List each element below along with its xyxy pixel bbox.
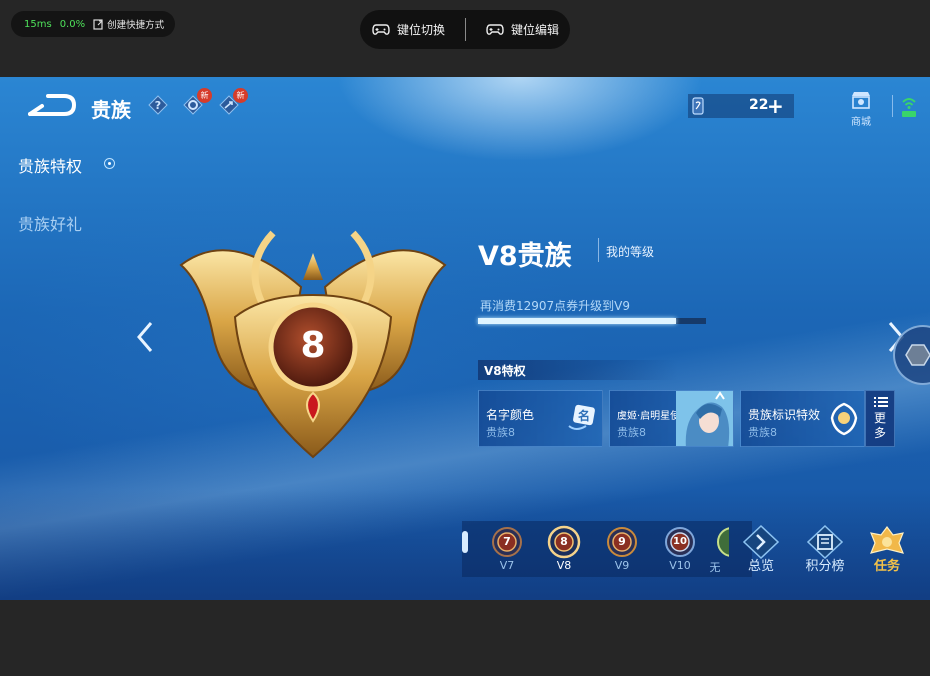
task-tab[interactable]: 任务 [862, 555, 912, 574]
sidebar-item-privileges[interactable]: 贵族特权 [18, 153, 82, 177]
privilege-header: V8特权 [478, 360, 678, 380]
gamepad-icon [372, 24, 390, 35]
privilege-card-title: 贵族标识特效 [748, 408, 821, 422]
overview-tab[interactable]: 总览 [736, 555, 786, 574]
key-switch-label: 键位切换 [397, 23, 446, 37]
settings-button[interactable]: 新 [183, 88, 212, 115]
shortcut-icon [93, 18, 103, 30]
list-icon [874, 397, 888, 407]
privilege-card-level: 贵族8 [486, 426, 515, 439]
vip-badge-number: 8 [560, 535, 568, 548]
help-icon[interactable]: ? [148, 95, 168, 115]
name-color-icon: 名 [568, 404, 595, 430]
sidebar-item-gifts[interactable]: 贵族好礼 [18, 211, 82, 235]
leaderboard-tab[interactable]: 积分榜 [800, 555, 850, 574]
emulator-bottom-bar [0, 600, 930, 676]
key-edit-label: 键位编辑 [510, 23, 559, 37]
level-divider [598, 238, 599, 262]
privilege-card-level: 贵族8 [748, 426, 777, 439]
upgrade-hint: 再消费12907点券升级到V9 [480, 299, 631, 313]
mail-button[interactable]: 新 [219, 88, 248, 115]
privilege-card-name-color[interactable]: 名字颜色 贵族8 名 [478, 390, 603, 447]
vip-level-label: V8 [556, 559, 572, 572]
create-shortcut-button[interactable]: 创建快捷方式 [93, 17, 164, 31]
vip-level-label: V9 [614, 559, 630, 572]
emulator-top-bar: 15ms 0.0% 创建快捷方式 键位切换 键位编辑 [0, 0, 930, 77]
my-level-label: 我的等级 [606, 245, 655, 259]
vip-level-label: 无 [709, 561, 721, 574]
wifi-signal-icon [902, 98, 916, 117]
emblem-number: 8 [300, 325, 326, 366]
privilege-card-badge-effect[interactable]: 贵族标识特效 贵族8 [740, 390, 865, 447]
upgrade-progress-fill [478, 318, 677, 324]
key-bar-divider [465, 18, 466, 41]
key-edit-button[interactable]: 键位编辑 [486, 21, 559, 38]
svg-text:名: 名 [578, 408, 590, 423]
back-arrow-icon[interactable] [28, 93, 76, 117]
vip-level-label: V10 [669, 559, 691, 572]
coupon-icon [692, 97, 704, 115]
coupon-balance: 22 + [688, 94, 794, 118]
task-icon[interactable] [869, 525, 905, 559]
noble-badge-icon [830, 402, 858, 436]
key-mapping-bar: 键位切换 键位编辑 [360, 10, 570, 49]
scroll-left-marker-icon [462, 531, 468, 553]
gamepad-icon [486, 24, 504, 35]
privilege-card-title: 名字颜色 [486, 408, 535, 422]
add-coupon-button[interactable]: + [767, 94, 784, 118]
shortcut-label: 创建快捷方式 [107, 20, 165, 31]
coupon-count: 22 [749, 97, 769, 113]
active-indicator-icon [104, 158, 115, 169]
game-screen: 贵族 ? 新 新 22 + 商城 贵族特权 贵族好礼 8 V8贵族 我的等级 再… [0, 77, 930, 600]
shop-button[interactable]: 商城 [845, 90, 877, 128]
overview-icon[interactable] [743, 525, 779, 559]
header-divider [892, 95, 893, 117]
privilege-card-level: 贵族8 [617, 426, 646, 439]
privilege-heading: V8特权 [484, 364, 526, 378]
hexagon-icon [905, 344, 930, 366]
shop-icon [852, 92, 870, 109]
key-switch-button[interactable]: 键位切换 [372, 21, 445, 38]
svg-text:?: ? [155, 99, 161, 112]
vip-badge-number: 7 [503, 535, 511, 548]
upgrade-progress-bar [478, 318, 706, 324]
new-badge: 新 [233, 88, 248, 103]
latency-value: 15ms [24, 18, 52, 30]
hero-skin-portrait [676, 391, 733, 446]
network-stats: 15ms 0.0% 创建快捷方式 [11, 11, 176, 37]
previous-level-arrow-icon[interactable] [135, 321, 155, 353]
new-badge: 新 [197, 88, 212, 103]
more-label: 更多 [873, 411, 886, 440]
shop-label: 商城 [851, 117, 871, 128]
level-title: V8贵族 [478, 241, 572, 272]
more-privileges-button[interactable]: 更多 [865, 390, 895, 447]
page-title: 贵族 [91, 98, 131, 122]
privilege-card-title: 虞姬·启明星使 [617, 411, 681, 422]
vip-badge-number: 10 [673, 536, 687, 547]
leaderboard-icon[interactable] [807, 525, 843, 559]
loss-value: 0.0% [59, 18, 86, 30]
privilege-card-skin[interactable]: 虞姬·启明星使 贵族8 [609, 390, 734, 447]
vip-level-label: V7 [499, 559, 515, 572]
vip-badge-number: 9 [618, 535, 626, 548]
vip-badge-next[interactable] [715, 525, 729, 559]
